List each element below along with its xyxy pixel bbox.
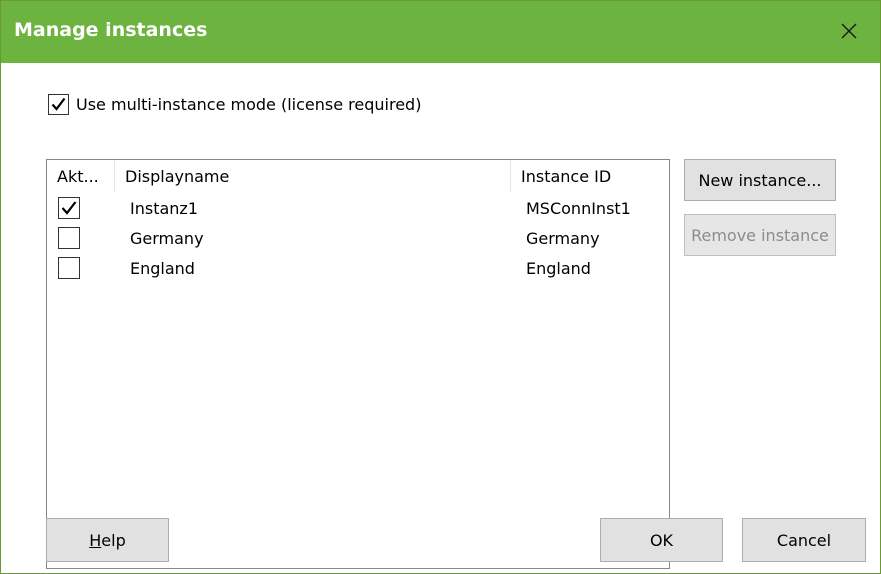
checkmark-icon bbox=[51, 97, 66, 111]
new-instance-button[interactable]: New instance... bbox=[684, 159, 836, 201]
column-header-displayname[interactable]: Displayname bbox=[115, 160, 510, 194]
ok-button[interactable]: OK bbox=[600, 518, 723, 562]
close-icon bbox=[841, 23, 857, 39]
instances-list[interactable]: Akt... Displayname Instance ID Instanz1 … bbox=[46, 159, 670, 569]
column-header-instance-id[interactable]: Instance ID bbox=[511, 160, 671, 194]
checkmark-icon bbox=[61, 201, 77, 215]
row-displayname: England bbox=[130, 259, 195, 278]
help-mnemonic: H bbox=[89, 530, 102, 550]
column-header-active[interactable]: Akt... bbox=[47, 160, 114, 194]
row-displayname: Germany bbox=[130, 229, 204, 248]
title-bar[interactable]: Manage instances bbox=[1, 1, 880, 63]
cancel-button[interactable]: Cancel bbox=[742, 518, 866, 562]
multi-instance-checkbox[interactable] bbox=[48, 94, 69, 115]
help-label-rest: elp bbox=[101, 530, 126, 550]
row-active-checkbox[interactable] bbox=[58, 227, 80, 249]
dialog-body: Use multi-instance mode (license require… bbox=[1, 63, 880, 573]
table-row[interactable]: Instanz1 MSConnInst1 bbox=[47, 194, 669, 224]
remove-instance-button[interactable]: Remove instance bbox=[684, 214, 836, 256]
dialog-title: Manage instances bbox=[14, 19, 208, 41]
row-displayname: Instanz1 bbox=[130, 199, 198, 218]
row-instance-id: England bbox=[526, 259, 591, 278]
row-instance-id: MSConnInst1 bbox=[526, 199, 631, 218]
multi-instance-label[interactable]: Use multi-instance mode (license require… bbox=[76, 95, 421, 114]
row-active-checkbox[interactable] bbox=[58, 257, 80, 279]
table-row[interactable]: England England bbox=[47, 254, 669, 284]
manage-instances-dialog: Manage instances Use multi-instance mode… bbox=[0, 0, 881, 574]
close-button[interactable] bbox=[820, 1, 880, 63]
table-row[interactable]: Germany Germany bbox=[47, 224, 669, 254]
list-header: Akt... Displayname Instance ID bbox=[47, 160, 669, 194]
row-active-checkbox[interactable] bbox=[58, 197, 80, 219]
row-instance-id: Germany bbox=[526, 229, 600, 248]
help-button[interactable]: Help bbox=[46, 518, 169, 562]
